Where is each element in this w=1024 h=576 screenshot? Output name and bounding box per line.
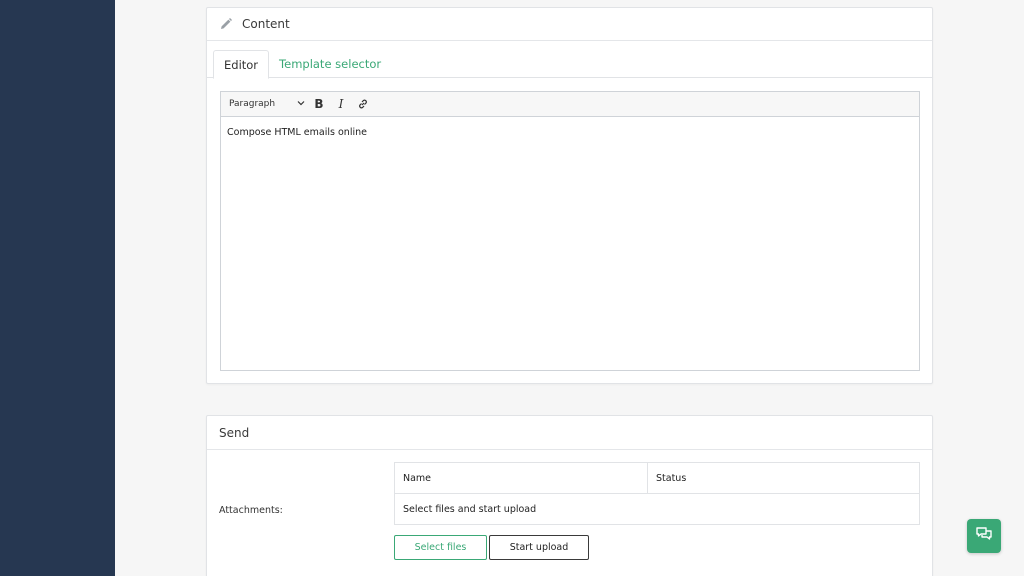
select-files-button[interactable]: Select files: [394, 535, 487, 560]
tab-editor[interactable]: Editor: [213, 50, 270, 79]
italic-button[interactable]: I: [331, 94, 351, 114]
column-name: Name: [395, 463, 648, 493]
format-select[interactable]: Paragraph: [229, 95, 307, 113]
table-row: Select files and start upload: [395, 494, 919, 525]
html-editor: Paragraph B I Compose HTML emails online: [220, 91, 920, 371]
upload-table: Name Status Select files and start uploa…: [394, 462, 920, 525]
bold-icon: B: [314, 97, 324, 111]
link-button[interactable]: [353, 94, 373, 114]
content-card-title: Content: [242, 17, 290, 31]
main-area: Content Editor Template selector Paragra…: [115, 0, 1024, 576]
pencil-icon: [219, 17, 233, 31]
tab-template-selector[interactable]: Template selector: [269, 49, 391, 78]
send-card: Send Attachments: Name Status Select fil…: [206, 415, 933, 576]
link-icon: [357, 95, 369, 114]
sidebar: [0, 0, 115, 576]
chevron-down-icon: [297, 99, 305, 110]
chat-button[interactable]: [967, 519, 1001, 553]
editor-text: Compose HTML emails online: [227, 127, 367, 138]
editor-toolbar: Paragraph B I: [221, 92, 919, 117]
italic-icon: I: [338, 97, 344, 111]
content-tabs: Editor Template selector: [213, 49, 932, 79]
attachments-label: Attachments:: [219, 505, 283, 516]
upload-empty-message: Select files and start upload: [403, 504, 537, 515]
start-upload-button[interactable]: Start upload: [489, 535, 589, 560]
editor-content-area[interactable]: Compose HTML emails online: [221, 117, 919, 148]
column-status: Status: [656, 472, 687, 484]
upload-table-header: Name Status: [395, 463, 919, 494]
content-card: Content Editor Template selector Paragra…: [206, 7, 933, 384]
chat-icon: [975, 525, 993, 547]
bold-button[interactable]: B: [309, 94, 329, 114]
send-card-title: Send: [219, 425, 250, 440]
send-card-header: Send: [207, 416, 932, 450]
format-select-value: Paragraph: [229, 99, 276, 109]
content-card-header: Content: [207, 8, 932, 41]
